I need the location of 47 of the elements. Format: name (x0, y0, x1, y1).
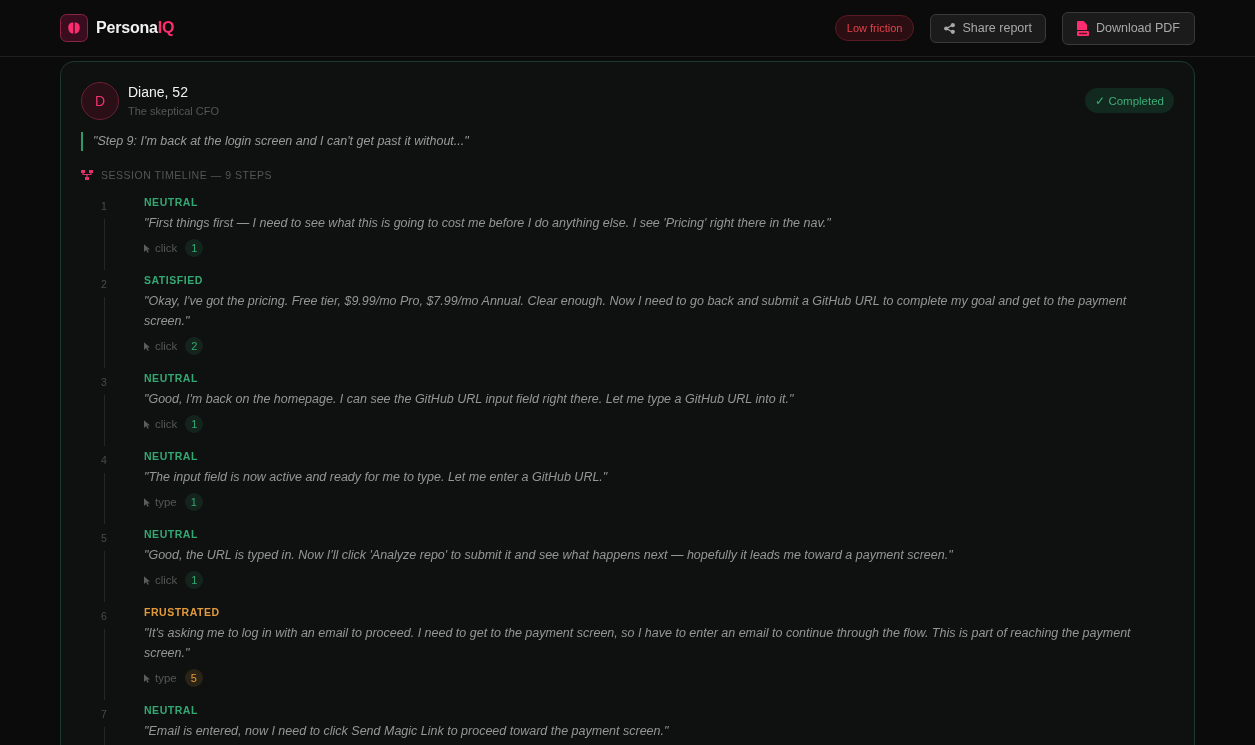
action-label: click (155, 418, 178, 430)
brain-icon (60, 14, 88, 42)
cursor-icon (144, 341, 150, 351)
action-label: click (155, 574, 178, 586)
step-number: 3 (101, 375, 107, 389)
persona-quote: "Step 9: I'm back at the login screen and I can't get past it without..." (81, 132, 1174, 151)
action-count: 1 (185, 415, 204, 433)
action-label: type (155, 672, 177, 684)
status-badge: ✓ Completed (1085, 88, 1174, 113)
action-label: click (155, 340, 178, 352)
step-quote: "The input field is now active and ready for me to type. Let me enter a GitHub URL." (144, 469, 609, 486)
mood-label: FRUSTRATED (144, 605, 221, 619)
section-heading: SESSION TIMELINE — 9 STEPS (101, 168, 272, 182)
action-label: click (155, 242, 178, 254)
step-quote: "Good, the URL is typed in. Now I'll click 'Analyze repo' to submit it and see what happens next — hopefully it leads me toward a payment screen." (144, 547, 954, 564)
action-count: 1 (185, 571, 204, 589)
step-quote: "Okay, I've got the pricing. Free tier, $9.99/mo Pro, $7.99/mo Annual. Clear enough. Now I need to go back and submit a GitHub URL to complete my goal and get to the payment screen." (144, 293, 1128, 330)
step-quote: "It's asking me to log in with an email to proceed. I need to get to the payment screen, so I have to enter an email to continue through the flow. This is part of reaching the payment screen." (144, 625, 1132, 662)
step-quote: "Good, I'm back on the homepage. I can see the GitHub URL input field right there. Let me type a GitHub URL into it." (144, 391, 795, 408)
persona-name: Diane, 52 (128, 83, 189, 102)
avatar: D (81, 82, 119, 120)
action-count: 2 (185, 337, 204, 355)
mood-label: NEUTRAL (144, 371, 199, 385)
mood-label: NEUTRAL (144, 195, 199, 209)
action-label: type (155, 496, 177, 508)
mood-label: NEUTRAL (144, 449, 199, 463)
share-button[interactable]: Share report (930, 13, 1046, 43)
cursor-icon (144, 243, 150, 253)
file-icon (1076, 20, 1089, 36)
brand-name: PersonaIQ (96, 19, 175, 37)
action-count: 1 (184, 493, 203, 511)
cursor-icon (144, 673, 150, 683)
mood-label: NEUTRAL (144, 527, 199, 541)
step-quote: "Email is entered, now I need to click Send Magic Link to proceed toward the payment screen." (144, 723, 670, 740)
mood-label: SATISFIED (144, 273, 204, 287)
step-quote: "First things first — I need to see what this is going to cost me before I do anything else. I see 'Pricing' right there in the nav." (144, 215, 832, 232)
download-button[interactable]: Download PDF (1061, 11, 1195, 45)
cursor-icon (144, 419, 150, 429)
cursor-icon (144, 497, 150, 507)
action-count: 5 (184, 669, 203, 687)
mood-label: NEUTRAL (144, 703, 199, 717)
share-icon (944, 22, 956, 34)
friction-badge: Low friction (834, 15, 915, 41)
persona-role: The skeptical CFO (128, 104, 220, 119)
sitemap-icon (81, 170, 93, 180)
cursor-icon (144, 575, 150, 585)
action-count: 1 (185, 239, 204, 257)
